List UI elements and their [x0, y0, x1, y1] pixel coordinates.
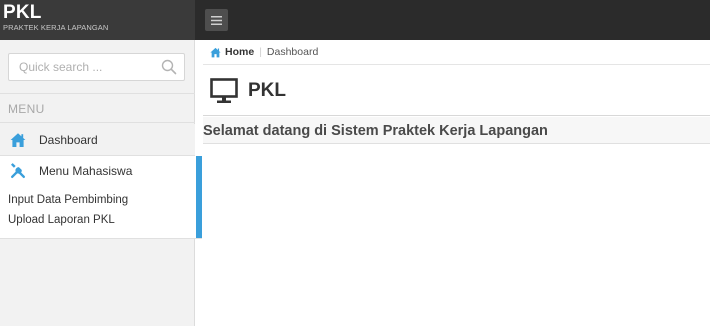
sidebar: MENU Dashboard Menu Mahasiswa Input Data… — [0, 40, 202, 326]
menu-header: MENU — [0, 93, 195, 123]
sidebar-item-label: Dashboard — [39, 132, 98, 147]
active-accent-bar — [196, 156, 202, 238]
sidebar-item-dashboard[interactable]: Dashboard — [0, 124, 195, 156]
top-bar: PKL PRAKTEK KERJA LAPANGAN — [0, 0, 710, 40]
menu-toggle-button[interactable] — [205, 9, 228, 31]
search-icon[interactable] — [161, 59, 177, 75]
hamburger-icon — [211, 15, 222, 25]
sidebar-item-menu-mahasiswa[interactable]: Menu Mahasiswa — [0, 156, 196, 186]
breadcrumb-home-label: Home — [225, 46, 255, 58]
main-content: Home | Dashboard PKL Selamat datang di S… — [203, 40, 710, 326]
sidebar-group-mahasiswa: Menu Mahasiswa Input Data Pembimbing Upl… — [0, 156, 202, 239]
breadcrumb-separator: | — [259, 46, 262, 58]
brand-subtitle: PRAKTEK KERJA LAPANGAN — [3, 23, 109, 32]
page-title: PKL — [248, 79, 286, 101]
home-icon — [210, 47, 221, 57]
breadcrumb: Home | Dashboard — [203, 40, 710, 65]
search-input[interactable] — [9, 54, 159, 80]
page-header: PKL — [203, 66, 710, 116]
breadcrumb-home-link[interactable]: Home — [210, 46, 254, 58]
home-icon — [10, 132, 26, 147]
search-box — [8, 53, 185, 81]
tools-icon — [10, 163, 25, 178]
monitor-icon — [210, 77, 238, 103]
welcome-message: Selamat datang di Sistem Praktek Kerja L… — [203, 117, 710, 144]
breadcrumb-current: Dashboard — [266, 46, 319, 58]
brand[interactable]: PKL PRAKTEK KERJA LAPANGAN — [0, 0, 195, 40]
sidebar-item-label: Menu Mahasiswa — [39, 164, 133, 178]
sidebar-subitem-upload-laporan-pkl[interactable]: Upload Laporan PKL — [8, 214, 115, 226]
sidebar-subitem-input-data-pembimbing[interactable]: Input Data Pembimbing — [8, 194, 128, 206]
app-window: PKL PRAKTEK KERJA LAPANGAN MENU — [0, 0, 710, 326]
brand-title: PKL — [3, 2, 42, 23]
